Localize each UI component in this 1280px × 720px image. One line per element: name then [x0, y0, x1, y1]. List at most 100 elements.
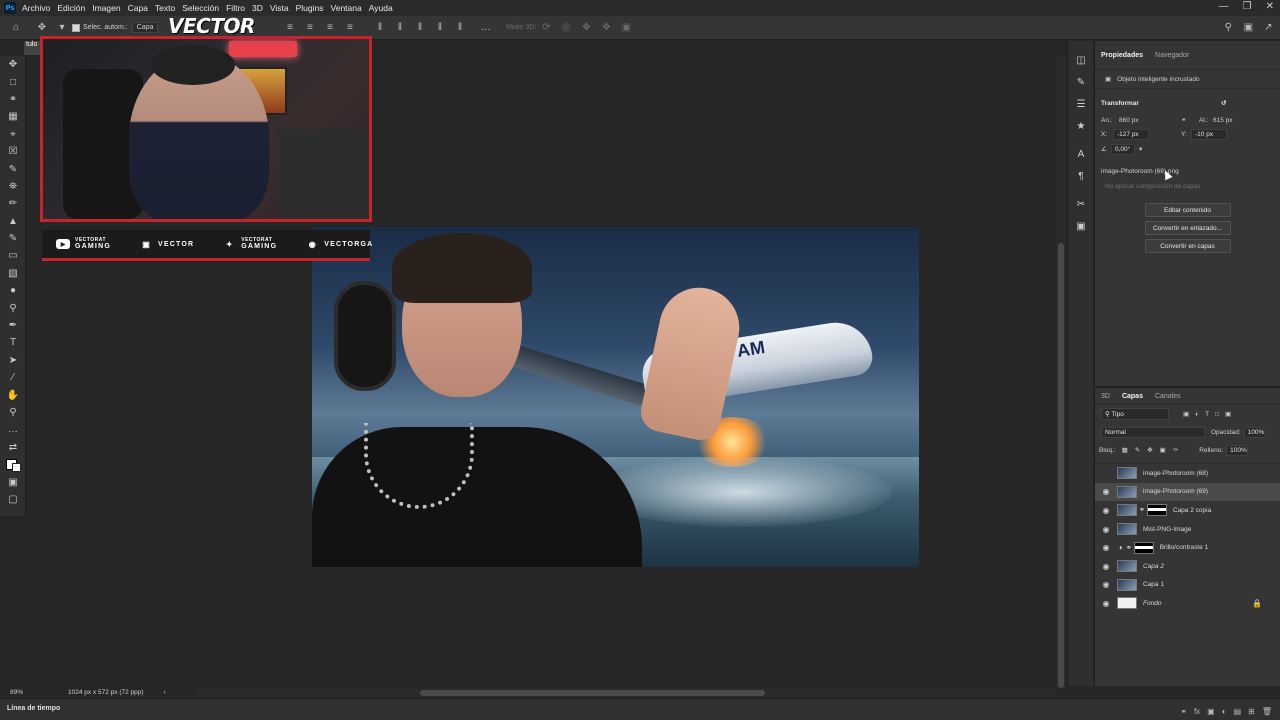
chain-link-icon[interactable]: ⚭ [1126, 544, 1132, 552]
stamp-tool-icon[interactable]: ▲ [0, 213, 26, 230]
menu-texto[interactable]: Texto [155, 3, 175, 13]
align-left-icon[interactable]: ≡ [284, 22, 296, 34]
move-tool-icon[interactable]: ✥ [0, 56, 26, 73]
menu-imagen[interactable]: Imagen [92, 3, 120, 13]
menu-filtro[interactable]: Filtro [226, 3, 245, 13]
move-tool-icon[interactable]: ✥ [36, 22, 48, 34]
distribute-bottom-icon[interactable]: ‖ [454, 22, 466, 34]
home-icon[interactable]: ⌂ [10, 22, 22, 34]
align-right-icon[interactable]: ≡ [324, 22, 336, 34]
tools-preset-icon[interactable]: ✂ [1068, 193, 1094, 215]
new-group-icon[interactable]: ▤ [1234, 707, 1242, 716]
eye-icon[interactable]: ◉ [1099, 487, 1113, 496]
adjustment-layer-icon[interactable]: ◐ [1222, 707, 1227, 716]
distribute-spacing-icon[interactable]: ‖ [434, 22, 446, 34]
hand-tool-icon[interactable]: ✋ [0, 386, 26, 403]
workspace-icon[interactable]: ▣ [1242, 22, 1254, 34]
menu-3d[interactable]: 3D [252, 3, 263, 13]
layer-name[interactable]: image-Photoroom (69) [1143, 488, 1208, 495]
path-select-tool-icon[interactable]: ➤ [0, 352, 26, 369]
layer-row[interactable]: ◉ Fondo 🔒 [1095, 594, 1280, 613]
auto-select-checkbox[interactable] [72, 23, 80, 32]
pen-tool-icon[interactable]: ✒ [0, 317, 26, 334]
chevron-down-icon[interactable]: ▾ [1139, 145, 1142, 153]
line-tool-icon[interactable]: ∕ [0, 369, 26, 386]
search-icon[interactable]: ⚲ [1222, 22, 1234, 34]
timeline-panel[interactable]: Línea de tiempo [0, 698, 1280, 720]
more-tools-icon[interactable]: … [0, 421, 26, 438]
blur-tool-icon[interactable]: ● [0, 282, 26, 299]
distribute-v-icon[interactable]: ‖ [394, 22, 406, 34]
layer-row[interactable]: ◉ Capa 2 [1095, 557, 1280, 576]
link-layers-icon[interactable]: ⚭ [1180, 707, 1187, 716]
type-tool-icon[interactable]: T [0, 334, 26, 351]
layer-name[interactable]: Capa 1 [1143, 581, 1164, 588]
gradient-tool-icon[interactable]: ▧ [0, 265, 26, 282]
width-field[interactable]: 860 px [1119, 117, 1181, 124]
roll-3d-icon[interactable]: ◎ [560, 22, 572, 34]
brush-tool-icon[interactable]: ✏ [0, 195, 26, 212]
layer-row[interactable]: ◉ ⚭ Capa 2 copia [1095, 501, 1280, 520]
menu-seleccion[interactable]: Selección [182, 3, 219, 13]
layer-thumbnail[interactable] [1117, 578, 1137, 591]
height-field[interactable]: 615 px [1213, 117, 1233, 124]
x-field[interactable]: -127 px [1113, 128, 1149, 140]
layer-comps-icon[interactable]: ▣ [1068, 215, 1094, 237]
layer-mask-thumbnail[interactable] [1146, 504, 1167, 517]
layer-name[interactable]: Capa 2 copia [1173, 507, 1211, 514]
layer-thumbnail[interactable] [1117, 485, 1137, 498]
horizontal-scroll-thumb[interactable] [420, 690, 765, 696]
menu-plugins[interactable]: Plugins [296, 3, 324, 13]
layer-name[interactable]: image-Photoroom (68) [1143, 470, 1208, 477]
layer-thumbnail[interactable] [1117, 560, 1137, 573]
libraries-icon[interactable]: ★ [1068, 115, 1094, 137]
menu-vista[interactable]: Vista [270, 3, 289, 13]
eraser-tool-icon[interactable]: ▭ [0, 247, 26, 264]
close-icon[interactable]: ✕ [1266, 1, 1274, 12]
link-icon[interactable]: ⚭ [1181, 116, 1199, 124]
distribute-icon[interactable]: ‖ [374, 22, 386, 34]
blend-mode-select[interactable]: Normal [1101, 426, 1205, 438]
menu-archivo[interactable]: Archivo [22, 3, 50, 13]
layer-name[interactable]: Capa 2 [1143, 563, 1164, 570]
orbit-3d-icon[interactable]: ⟳ [540, 22, 552, 34]
lasso-tool-icon[interactable]: ⚭ [0, 91, 26, 108]
zoom-tool-icon[interactable]: ⚲ [0, 404, 26, 421]
tab-canales[interactable]: Canales [1155, 393, 1181, 400]
opacity-field[interactable]: 100% [1243, 426, 1266, 438]
tab-3d[interactable]: 3D [1101, 393, 1110, 400]
chevron-right-icon[interactable]: › [164, 689, 166, 696]
layer-name[interactable]: Brillo/contraste 1 [1160, 544, 1208, 551]
eye-icon[interactable]: ◉ [1099, 543, 1113, 552]
document-canvas[interactable]: AM [312, 227, 919, 567]
add-mask-icon[interactable]: ▣ [1207, 707, 1215, 716]
zoom-level[interactable]: 89% [10, 689, 68, 696]
layer-mask-thumbnail[interactable] [1133, 541, 1154, 554]
layer-row[interactable]: image-Photoroom (68) [1095, 464, 1280, 483]
convert-to-layers-button[interactable]: Convertir en capas [1144, 239, 1231, 253]
eye-icon[interactable]: ◉ [1099, 599, 1113, 608]
color-swatches[interactable] [0, 456, 26, 473]
slide-3d-icon[interactable]: ✥ [600, 22, 612, 34]
healing-tool-icon[interactable]: ⛯ [0, 178, 26, 195]
document-tab[interactable]: tulo [24, 41, 40, 55]
eye-icon[interactable]: ◉ [1099, 506, 1113, 515]
lock-icons[interactable]: ▦✎✥▣⚰ [1122, 446, 1186, 454]
auto-select-dropdown[interactable]: Capa [131, 22, 159, 33]
eyedropper-tool-icon[interactable]: ✎ [0, 160, 26, 177]
object-select-tool-icon[interactable]: ▦ [0, 108, 26, 125]
y-field[interactable]: -10 px [1191, 128, 1227, 140]
angle-field[interactable]: 0,00° [1111, 143, 1135, 155]
edit-contents-button[interactable]: Editar contenido [1144, 203, 1231, 217]
screen-mode-icon[interactable]: ▢ [0, 491, 26, 508]
align-center-icon[interactable]: ≡ [304, 22, 316, 34]
layer-thumbnail[interactable] [1117, 504, 1137, 517]
layer-name[interactable]: Mist-PNG-Image [1143, 526, 1191, 533]
scale-3d-icon[interactable]: ▣ [620, 22, 632, 34]
distribute-h-icon[interactable]: ‖ [414, 22, 426, 34]
layer-filter-select[interactable]: ⚲ Tipo [1101, 408, 1169, 420]
share-icon[interactable]: ↗ [1262, 22, 1274, 34]
trash-icon[interactable]: 🗑 [1262, 707, 1272, 716]
history-brush-tool-icon[interactable]: ✎ [0, 230, 26, 247]
layer-thumbnail[interactable] [1117, 467, 1137, 480]
